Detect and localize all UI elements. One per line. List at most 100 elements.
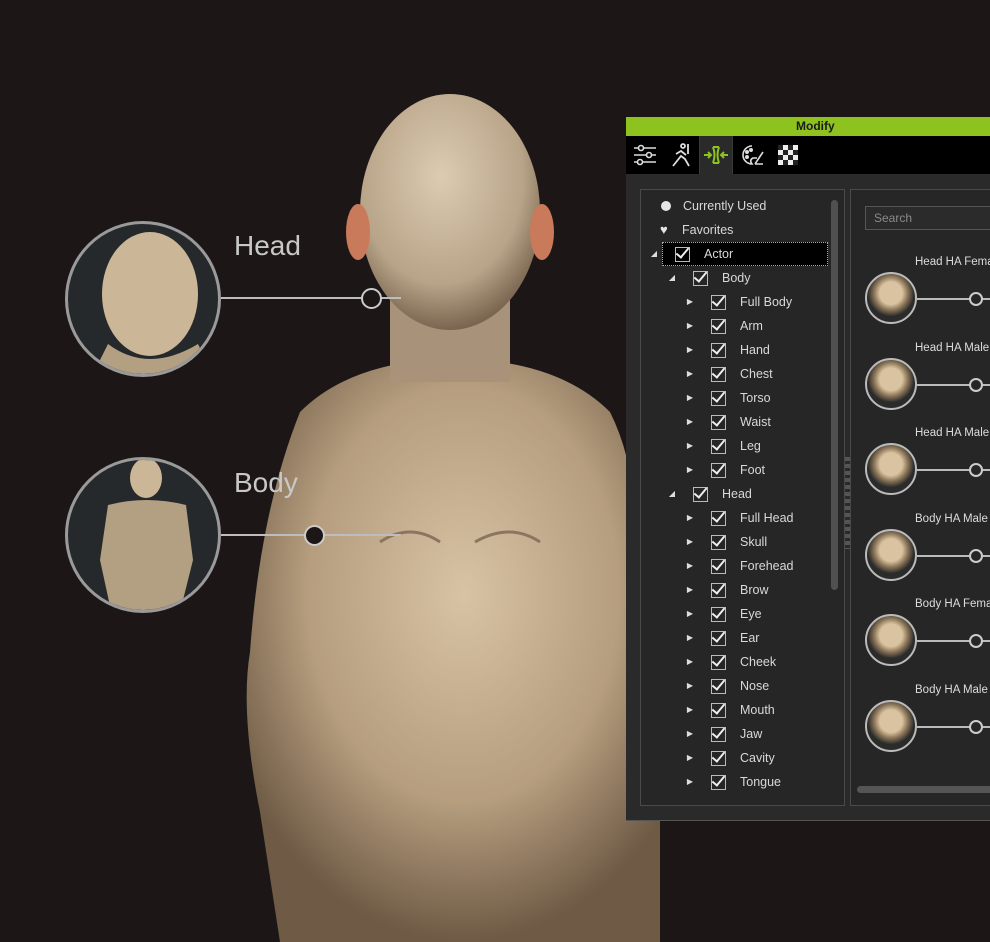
collapsed-arrow-icon[interactable]: ▶ — [685, 362, 695, 386]
morph-slider-knob[interactable] — [969, 377, 983, 392]
tree-scrollbar[interactable] — [831, 200, 838, 590]
tree-item[interactable]: ▶ Nose — [641, 674, 831, 698]
head-slider-knob[interactable] — [361, 288, 382, 309]
tree-item[interactable]: ▶ Leg — [641, 434, 831, 458]
collapsed-arrow-icon[interactable]: ▶ — [685, 290, 695, 314]
collapsed-arrow-icon[interactable]: ▶ — [685, 554, 695, 578]
tree-item[interactable]: ◢ Body — [641, 266, 831, 290]
tree-item[interactable]: Currently Used — [641, 194, 831, 218]
checkbox-icon[interactable] — [675, 246, 690, 262]
tree-item[interactable]: ▶ Waist — [641, 410, 831, 434]
tree-item[interactable]: ▶ Chest — [641, 362, 831, 386]
morph-category-tree: Currently Used ♥ Favorites ◢ Actor ◢ Body ▶ Full… — [640, 189, 845, 806]
collapsed-arrow-icon[interactable]: ▶ — [685, 698, 695, 722]
morph-thumbnail[interactable] — [865, 699, 917, 752]
body-callout-thumbnail[interactable] — [65, 457, 221, 613]
collapsed-arrow-icon[interactable]: ▶ — [685, 578, 695, 602]
checkbox-icon[interactable] — [711, 558, 726, 574]
tree-item[interactable]: ▶ Skull — [641, 530, 831, 554]
collapsed-arrow-icon[interactable]: ▶ — [685, 386, 695, 410]
tab-morph[interactable] — [699, 136, 733, 174]
collapsed-arrow-icon[interactable]: ▶ — [685, 650, 695, 674]
collapsed-arrow-icon[interactable]: ▶ — [685, 722, 695, 746]
expanded-arrow-icon[interactable]: ◢ — [667, 482, 677, 506]
checkbox-icon[interactable] — [693, 270, 708, 286]
tree-item[interactable]: ▶ Mouth — [641, 698, 831, 722]
checkbox-icon[interactable] — [711, 462, 726, 478]
tree-item-label: Waist — [740, 415, 771, 429]
search-input[interactable]: Search — [865, 206, 990, 230]
head-callout-thumbnail[interactable] — [65, 221, 221, 377]
checkbox-icon[interactable] — [711, 534, 726, 550]
collapsed-arrow-icon[interactable]: ▶ — [685, 410, 695, 434]
tree-item[interactable]: ▶ Forehead — [641, 554, 831, 578]
tree-item[interactable]: ▶ Cheek — [641, 650, 831, 674]
collapsed-arrow-icon[interactable]: ▶ — [685, 506, 695, 530]
tab-texture[interactable] — [771, 136, 805, 174]
tree-item-label: Foot — [740, 463, 766, 477]
collapsed-arrow-icon[interactable]: ▶ — [685, 770, 695, 794]
collapsed-arrow-icon[interactable]: ▶ — [685, 530, 695, 554]
checkbox-icon[interactable] — [711, 702, 726, 718]
tree-item-label: Forehead — [740, 559, 794, 573]
tree-item[interactable]: ▶ Eye — [641, 602, 831, 626]
checkbox-icon[interactable] — [711, 606, 726, 622]
collapsed-arrow-icon[interactable]: ▶ — [685, 626, 695, 650]
checkbox-icon[interactable] — [711, 318, 726, 334]
checkbox-icon[interactable] — [711, 366, 726, 382]
checkbox-icon[interactable] — [711, 294, 726, 310]
checkbox-icon[interactable] — [711, 726, 726, 742]
checkbox-icon[interactable] — [711, 414, 726, 430]
tree-item[interactable]: ▶ Brow — [641, 578, 831, 602]
expanded-arrow-icon[interactable]: ◢ — [667, 266, 677, 290]
collapsed-arrow-icon[interactable]: ▶ — [685, 314, 695, 338]
checkbox-icon[interactable] — [711, 678, 726, 694]
morph-thumbnail[interactable] — [865, 272, 917, 324]
morph-thumbnail[interactable] — [865, 357, 917, 410]
collapsed-arrow-icon[interactable]: ▶ — [685, 602, 695, 626]
morph-slider-knob[interactable] — [969, 463, 983, 477]
morph-slider-knob[interactable] — [969, 719, 983, 734]
collapsed-arrow-icon[interactable]: ▶ — [685, 458, 695, 482]
checkbox-icon[interactable] — [711, 774, 726, 790]
checkbox-icon[interactable] — [711, 438, 726, 454]
tree-item[interactable]: ◢ Actor — [651, 242, 828, 266]
checkbox-icon[interactable] — [711, 390, 726, 406]
collapsed-arrow-icon[interactable]: ▶ — [685, 746, 695, 770]
morph-thumbnail[interactable] — [865, 528, 917, 581]
tree-item[interactable]: ▶ Hand — [641, 338, 831, 362]
tree-item[interactable]: ▶ Torso — [641, 386, 831, 410]
morph-thumbnail[interactable] — [865, 443, 917, 495]
collapsed-arrow-icon[interactable]: ▶ — [685, 674, 695, 698]
morph-list-hscrollbar[interactable] — [857, 786, 990, 793]
tree-item[interactable]: ▶ Ear — [641, 626, 831, 650]
morph-slider-knob[interactable] — [969, 548, 983, 563]
morph-slider-item: Body HA Male — [865, 684, 990, 754]
collapsed-arrow-icon[interactable]: ▶ — [685, 338, 695, 362]
body-slider-knob[interactable] — [304, 525, 325, 546]
tree-item[interactable]: ◢ Head — [641, 482, 831, 506]
tree-item[interactable]: ▶ Arm — [641, 314, 831, 338]
collapsed-arrow-icon[interactable]: ▶ — [685, 434, 695, 458]
morph-slider-knob[interactable] — [969, 292, 983, 306]
checkbox-icon[interactable] — [711, 342, 726, 358]
checkbox-icon[interactable] — [693, 486, 708, 502]
checkbox-icon[interactable] — [711, 654, 726, 670]
tree-item[interactable]: ▶ Full Head — [641, 506, 831, 530]
checkbox-icon[interactable] — [711, 582, 726, 598]
tree-item[interactable]: ▶ Cavity — [641, 746, 831, 770]
tree-item[interactable]: ▶ Foot — [641, 458, 831, 482]
morph-slider-knob[interactable] — [969, 634, 983, 648]
tree-item[interactable]: ♥ Favorites — [641, 218, 831, 242]
tree-item[interactable]: ▶ Jaw — [641, 722, 831, 746]
tree-item[interactable]: ▶ Full Body — [641, 290, 831, 314]
tab-motion[interactable] — [664, 136, 698, 174]
tab-attribute[interactable] — [628, 136, 662, 174]
tab-material[interactable] — [735, 136, 769, 174]
morph-thumbnail[interactable] — [865, 614, 917, 666]
checkbox-icon[interactable] — [711, 750, 726, 766]
checkbox-icon[interactable] — [711, 630, 726, 646]
checkbox-icon[interactable] — [711, 510, 726, 526]
tree-item[interactable]: ▶ Tongue — [641, 770, 831, 794]
expanded-arrow-icon[interactable]: ◢ — [649, 242, 659, 266]
